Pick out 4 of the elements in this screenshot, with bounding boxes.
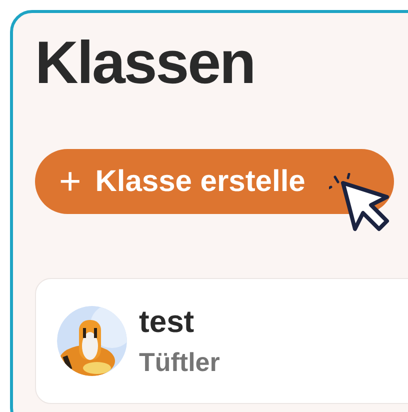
class-name: test [139, 305, 196, 339]
class-level: Tüftler [139, 347, 220, 377]
page-title: Klassen [35, 28, 256, 98]
class-card[interactable]: test Tüftler [35, 278, 408, 404]
